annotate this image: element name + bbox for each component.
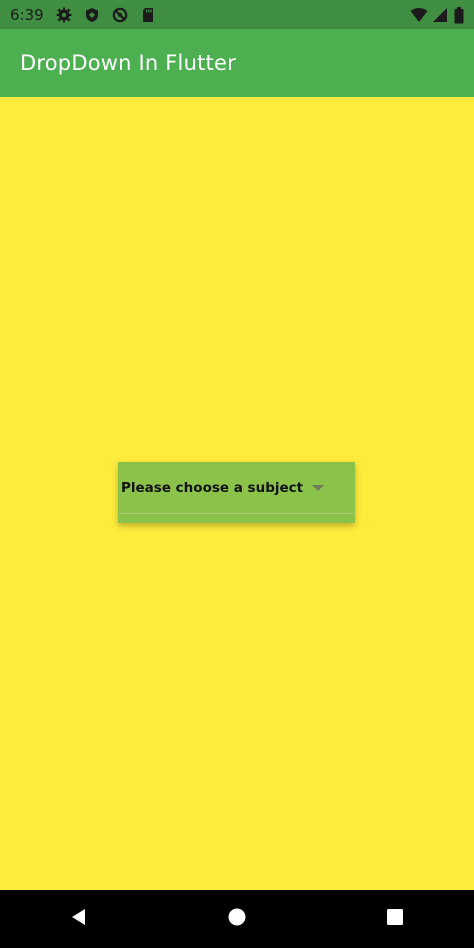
back-icon	[70, 908, 88, 930]
status-left: 6:39	[10, 6, 156, 24]
battery-icon	[454, 6, 464, 23]
navigation-bar	[0, 890, 474, 948]
shield-icon	[84, 7, 100, 23]
home-button[interactable]	[207, 890, 267, 948]
recents-icon	[386, 908, 404, 930]
dropdown-hint: Please choose a subject	[121, 479, 304, 496]
subject-dropdown: Please choose a subject	[118, 462, 355, 523]
dropdown-underline	[118, 513, 355, 514]
back-button[interactable]	[49, 890, 109, 948]
status-right	[410, 6, 464, 23]
recents-button[interactable]	[365, 890, 425, 948]
wifi-icon	[410, 7, 428, 23]
sd-card-icon	[140, 7, 156, 23]
blocked-circle-icon	[112, 7, 128, 23]
status-bar: 6:39	[0, 0, 474, 29]
status-time: 6:39	[10, 5, 44, 24]
app-title: DropDown In Flutter	[20, 51, 236, 75]
app-bar: DropDown In Flutter	[0, 29, 474, 97]
arrow-drop-down-icon	[312, 484, 325, 491]
gear-icon	[56, 7, 72, 23]
signal-icon	[432, 7, 448, 23]
dropdown-button[interactable]: Please choose a subject	[118, 462, 355, 513]
home-icon	[228, 908, 246, 930]
